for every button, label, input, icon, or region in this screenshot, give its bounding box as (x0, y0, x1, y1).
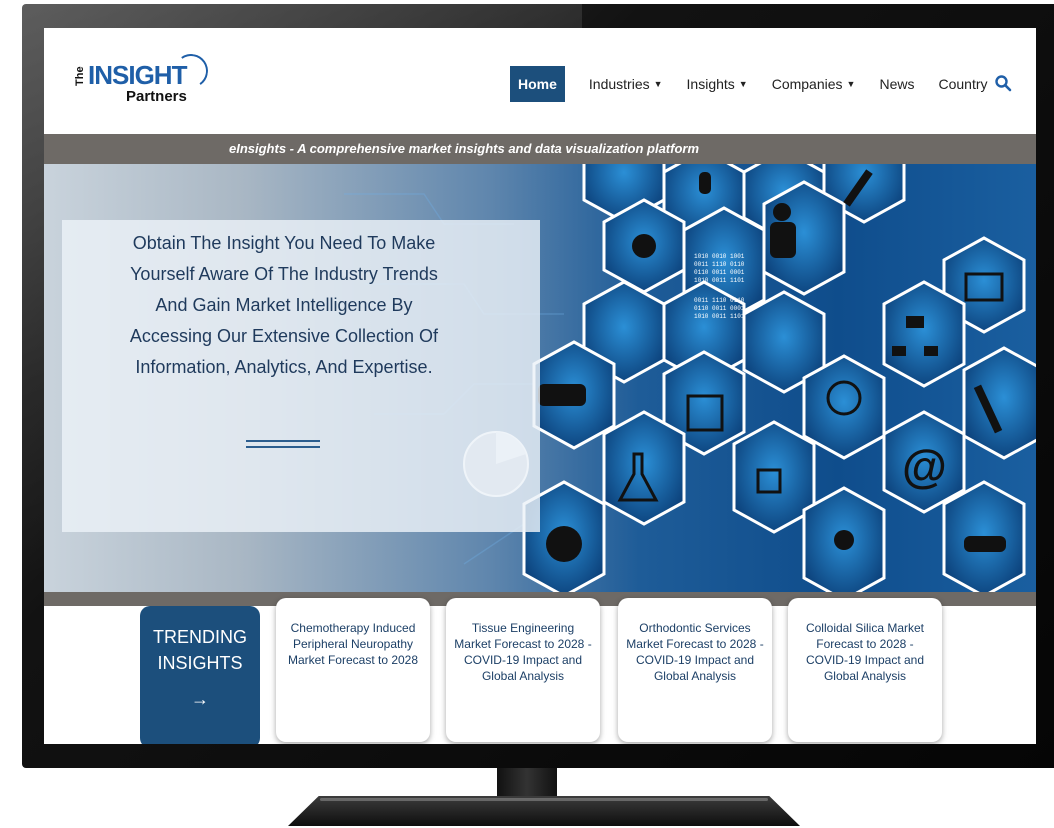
hexagon (962, 346, 1036, 460)
trending-card-title: Orthodontic Services Market Forecast to … (626, 621, 764, 683)
caret-down-icon: ▼ (738, 79, 748, 89)
hexagon (602, 410, 686, 526)
trending-label-line2: INSIGHTS (157, 653, 243, 673)
hero-line: Accessing Our Extensive Collection Of (129, 326, 439, 346)
nav-industries-label: Industries (588, 76, 650, 92)
hero-line: And Gain Market Intelligence By (155, 295, 413, 315)
main-nav: Home Industries ▼ Insights ▼ Companies ▼… (510, 66, 1012, 102)
nav-insights-label: Insights (686, 76, 735, 92)
hero-line: Obtain The Insight You Need To Make (132, 233, 436, 253)
nav-news[interactable]: News (879, 66, 914, 102)
svg-text:1010 0011 1101: 1010 0011 1101 (694, 277, 745, 284)
hero-line: Yourself Aware Of The Industry Trends (130, 264, 438, 284)
trending-card[interactable]: Orthodontic Services Market Forecast to … (618, 598, 772, 742)
svg-text:1010 0010 1001: 1010 0010 1001 (694, 253, 745, 260)
hero-divider (246, 440, 320, 448)
svg-text:0110 0011 0001: 0110 0011 0001 (694, 305, 745, 312)
hexagon (882, 280, 966, 388)
trending-card-title: Colloidal Silica Market Forecast to 2028… (805, 621, 925, 683)
svg-text:0110 0011 0001: 0110 0011 0001 (694, 269, 745, 276)
hexagon (802, 354, 886, 460)
trending-card[interactable]: Chemotherapy Induced Peripheral Neuropat… (276, 598, 430, 742)
people-body-icon (770, 222, 796, 258)
hero-heading: Obtain The Insight You Need To Make Your… (84, 228, 484, 383)
caret-down-icon: ▼ (846, 79, 856, 89)
org-chart-icon (906, 316, 924, 328)
trending-card[interactable]: Colloidal Silica Market Forecast to 2028… (788, 598, 942, 742)
lightbulb-icon (699, 172, 711, 194)
nav-insights[interactable]: Insights ▼ (687, 66, 748, 102)
nav-companies-label: Companies (771, 76, 843, 92)
arrow-right-icon: → (191, 689, 209, 709)
caret-down-icon: ▼ (653, 79, 663, 89)
search-icon[interactable] (994, 74, 1012, 92)
nav-home[interactable]: Home (510, 66, 565, 102)
people-icon (773, 203, 791, 221)
hero-line: Information, Analytics, And Expertise. (135, 357, 433, 377)
org-chart-icon (892, 346, 906, 356)
monitor-base-shine (320, 798, 768, 801)
org-chart-icon (924, 346, 938, 356)
at-sign-icon: @ (902, 440, 947, 492)
person-icon (834, 530, 854, 550)
worker-icon (546, 526, 582, 562)
nav-country[interactable]: Country (938, 66, 987, 102)
handshake-icon (964, 536, 1006, 552)
logo-the-text: The (74, 66, 86, 86)
trending-card-title: Chemotherapy Induced Peripheral Neuropat… (287, 621, 419, 667)
nav-industries[interactable]: Industries ▼ (589, 66, 663, 102)
logo-partners-text: Partners (126, 88, 187, 105)
nav-news-label: News (879, 76, 915, 92)
svg-text:0011 1110 0110: 0011 1110 0110 (694, 261, 745, 268)
svg-text:0011 1110 0110: 0011 1110 0110 (694, 297, 745, 304)
site-logo[interactable]: The INSIGHT Partners (74, 50, 211, 120)
trending-card[interactable]: Tissue Engineering Market Forecast to 20… (446, 598, 600, 742)
trending-label-line1: TRENDING (153, 627, 247, 647)
nav-home-label: Home (518, 76, 557, 92)
tagline-bar: eInsights - A comprehensive market insig… (44, 134, 1036, 164)
trending-section: TRENDING INSIGHTS → Chemotherapy Induced… (44, 598, 1036, 744)
nav-country-label: Country (938, 76, 988, 92)
logo-insight-text: INSIGHT (88, 60, 187, 90)
hexagon (732, 420, 816, 534)
gear-icon (632, 234, 656, 258)
trending-card-title: Tissue Engineering Market Forecast to 20… (454, 621, 592, 683)
monitor-mockup: The INSIGHT Partners Home Industries ▼ I… (0, 0, 1054, 828)
nav-companies[interactable]: Companies ▼ (772, 66, 856, 102)
tagline-text: eInsights - A comprehensive market insig… (228, 141, 700, 156)
trending-insights-button[interactable]: TRENDING INSIGHTS → (140, 606, 260, 744)
svg-text:1010 0011 1101: 1010 0011 1101 (694, 313, 745, 320)
site-header: The INSIGHT Partners Home Industries ▼ I… (44, 28, 1036, 134)
hero-banner: @ 1010 0010 1001 0011 1110 0110 0110 001… (44, 164, 1036, 592)
website-screen: The INSIGHT Partners Home Industries ▼ I… (44, 28, 1036, 744)
world-map-icon (538, 384, 586, 406)
